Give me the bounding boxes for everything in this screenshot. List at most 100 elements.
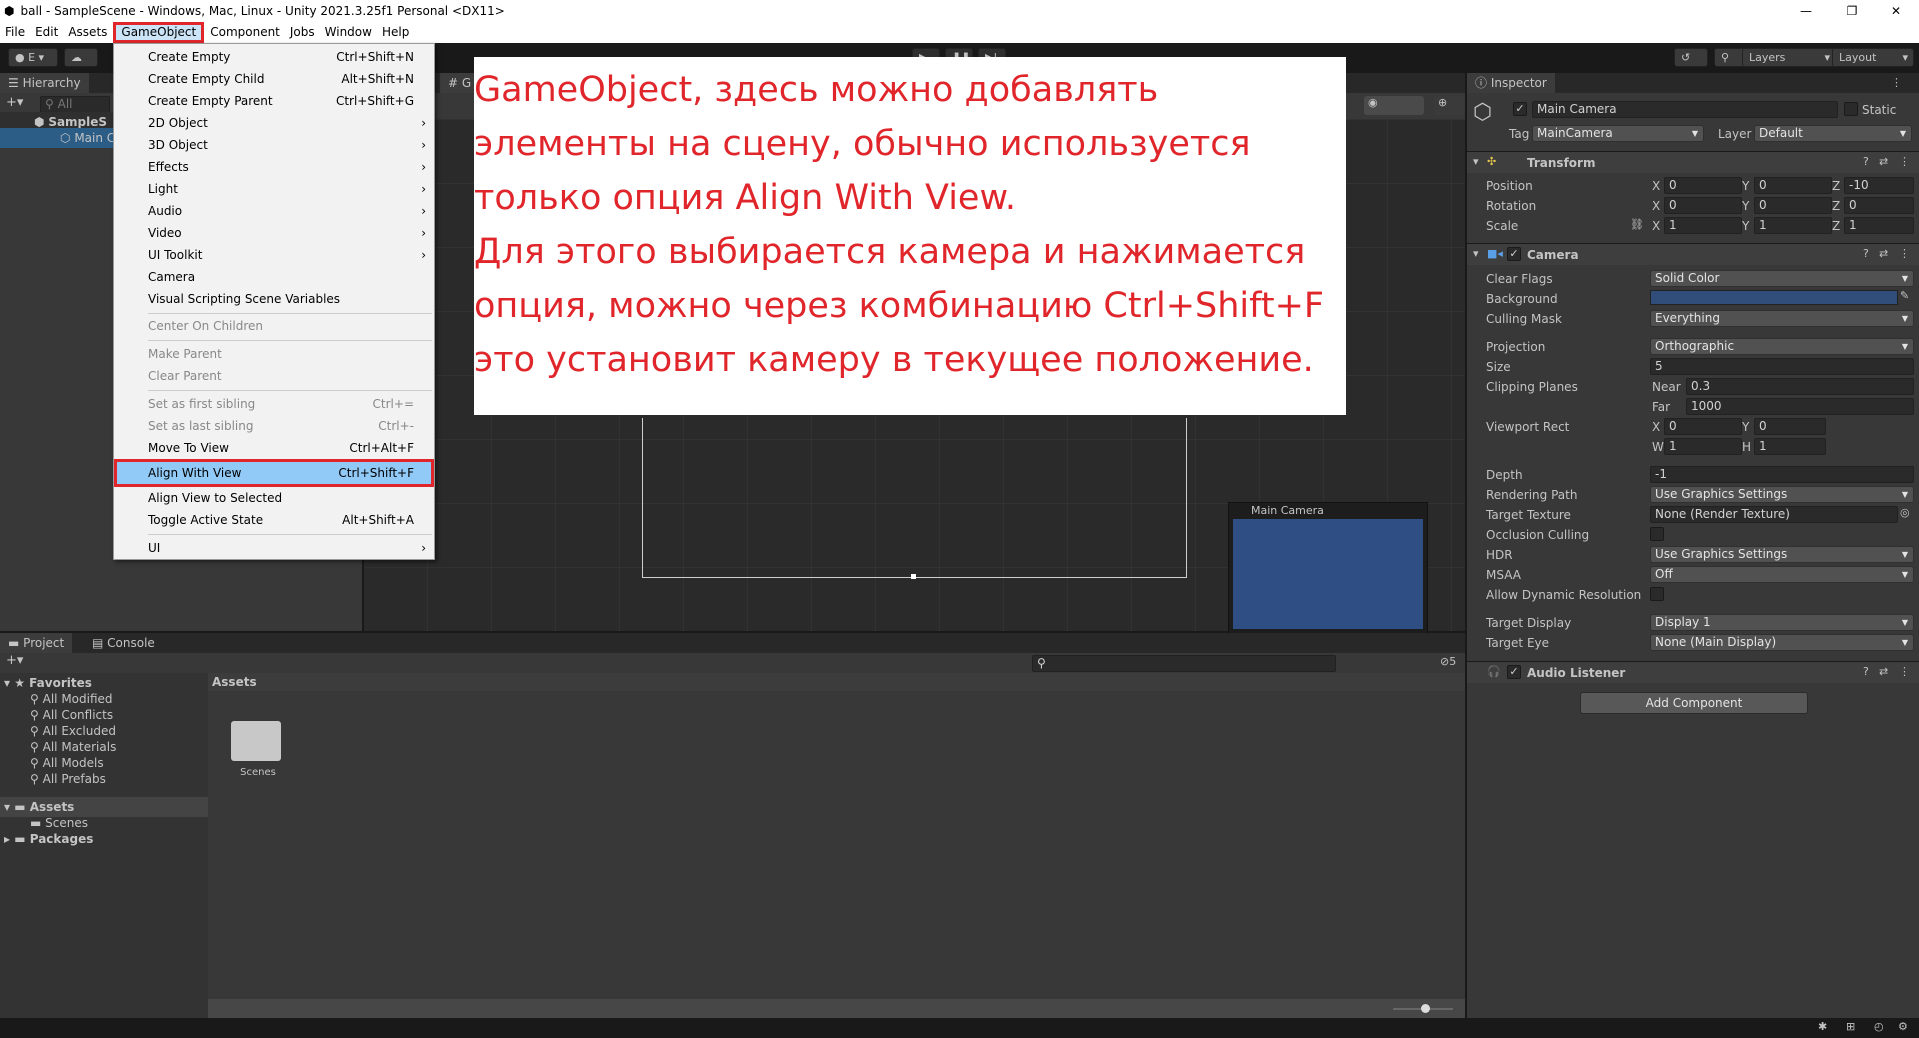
occlusion-culling-checkbox[interactable]	[1650, 527, 1664, 541]
more-icon[interactable]: ⋮	[1899, 247, 1910, 260]
menu-component[interactable]: Component	[205, 22, 285, 43]
more-icon[interactable]: ⋮	[1899, 155, 1910, 168]
menu-file[interactable]: File	[0, 22, 30, 43]
position-y-input[interactable]: 0	[1754, 177, 1832, 194]
background-color-swatch[interactable]	[1650, 290, 1898, 305]
menu-item-effects[interactable]: Effects ›	[114, 156, 434, 178]
settings-icon[interactable]: ⚙	[1898, 1020, 1908, 1033]
menu-gameobject[interactable]: GameObject	[113, 22, 205, 43]
viewport-h-input[interactable]: 1	[1754, 438, 1826, 455]
help-icon[interactable]: ?	[1863, 247, 1869, 260]
object-name-input[interactable]: Main Camera	[1532, 101, 1838, 118]
menu-item-3d-object[interactable]: 3D Object ›	[114, 134, 434, 156]
clear-flags-dropdown[interactable]: Solid Color ▼	[1650, 270, 1914, 287]
minimize-button[interactable]: —	[1783, 0, 1829, 22]
preset-icon[interactable]: ⇄	[1879, 665, 1888, 678]
msaa-dropdown[interactable]: Off ▼	[1650, 566, 1914, 583]
more-icon[interactable]: ⋮	[1899, 665, 1910, 678]
layout-dropdown[interactable]: Layout ▾	[1832, 48, 1914, 67]
menu-item-visual-scripting[interactable]: Visual Scripting Scene Variables	[114, 288, 434, 310]
create-button[interactable]: +▾	[6, 653, 23, 668]
cloud-button[interactable]: ☁	[64, 48, 98, 67]
transform-header[interactable]: ▾ ✣ Transform ? ⇄ ⋮	[1467, 151, 1919, 173]
console-tab[interactable]: ▤ Console	[84, 633, 163, 653]
menu-item-create-empty[interactable]: Create Empty Ctrl+Shift+N	[114, 46, 434, 68]
menu-item-align-with-view[interactable]: Align With View Ctrl+Shift+F	[114, 459, 434, 487]
rotation-y-input[interactable]: 0	[1754, 197, 1832, 214]
project-search-input[interactable]: ⚲	[1032, 655, 1336, 672]
culling-mask-dropdown[interactable]: Everything ▼	[1650, 310, 1914, 327]
close-button[interactable]: ✕	[1873, 0, 1919, 22]
preset-icon[interactable]: ⇄	[1879, 155, 1888, 168]
viewport-w-input[interactable]: 1	[1664, 438, 1742, 455]
menu-item-set-last-sibling[interactable]: Set as last sibling Ctrl+-	[114, 415, 434, 437]
menu-help[interactable]: Help	[377, 22, 414, 43]
target-texture-field[interactable]: None (Render Texture)	[1650, 506, 1898, 523]
scale-y-input[interactable]: 1	[1754, 217, 1832, 234]
menu-item-center-on-children[interactable]: Center On Children	[114, 315, 434, 337]
add-component-button[interactable]: Add Component	[1580, 692, 1808, 714]
dynamic-resolution-checkbox[interactable]	[1650, 587, 1664, 601]
menu-item-audio[interactable]: Audio ›	[114, 200, 434, 222]
fav-item[interactable]: ⚲ All Prefabs	[30, 769, 106, 789]
packages-row[interactable]: ▸ ▬ Packages	[4, 829, 93, 849]
camera-gizmo-handle[interactable]	[911, 574, 916, 579]
hdr-dropdown[interactable]: Use Graphics Settings ▼	[1650, 546, 1914, 563]
rotation-x-input[interactable]: 0	[1664, 197, 1742, 214]
menu-item-light[interactable]: Light ›	[114, 178, 434, 200]
viewport-y-input[interactable]: 0	[1754, 418, 1826, 435]
breadcrumb-assets[interactable]: Assets	[212, 675, 257, 689]
viewport-x-input[interactable]: 0	[1664, 418, 1742, 435]
target-display-dropdown[interactable]: Display 1 ▼	[1650, 614, 1914, 631]
size-input[interactable]: 5	[1650, 358, 1914, 375]
layer-dropdown[interactable]: Default ▼	[1754, 125, 1912, 142]
far-input[interactable]: 1000	[1686, 398, 1914, 415]
menu-item-align-view-to-selected[interactable]: Align View to Selected	[114, 487, 434, 509]
active-checkbox[interactable]: ✓	[1513, 102, 1527, 116]
link-icon[interactable]: ⛓	[1630, 218, 1644, 231]
cache-icon[interactable]: ⊞	[1846, 1020, 1855, 1033]
depth-input[interactable]: -1	[1650, 466, 1914, 483]
project-tab[interactable]: ▬ Project	[0, 633, 73, 653]
camera-header[interactable]: ▾ ■◂ ✓ Camera ? ⇄ ⋮	[1467, 243, 1919, 265]
layers-dropdown[interactable]: Layers ▾	[1742, 48, 1836, 67]
menu-item-2d-object[interactable]: 2D Object ›	[114, 112, 434, 134]
menu-item-set-first-sibling[interactable]: Set as first sibling Ctrl+=	[114, 393, 434, 415]
preset-icon[interactable]: ⇄	[1879, 247, 1888, 260]
rotation-z-input[interactable]: 0	[1844, 197, 1914, 214]
menu-item-camera[interactable]: Camera	[114, 266, 434, 288]
scenes-folder[interactable]: Scenes	[228, 713, 288, 778]
menu-item-make-parent[interactable]: Make Parent	[114, 343, 434, 365]
maximize-button[interactable]: ❐	[1829, 0, 1875, 22]
menu-jobs[interactable]: Jobs	[285, 22, 320, 43]
menu-item-create-empty-child[interactable]: Create Empty Child Alt+Shift+N	[114, 68, 434, 90]
audio-listener-checkbox[interactable]: ✓	[1507, 665, 1521, 679]
more-icon[interactable]: ⋮	[1891, 76, 1902, 89]
tag-dropdown[interactable]: MainCamera ▼	[1532, 125, 1704, 142]
menu-item-video[interactable]: Video ›	[114, 222, 434, 244]
account-button[interactable]: ● E ▾	[8, 48, 58, 67]
menu-item-create-empty-parent[interactable]: Create Empty Parent Ctrl+Shift+G	[114, 90, 434, 112]
menu-item-clear-parent[interactable]: Clear Parent	[114, 365, 434, 387]
menu-item-ui-toolkit[interactable]: UI Toolkit ›	[114, 244, 434, 266]
menu-item-toggle-active-state[interactable]: Toggle Active State Alt+Shift+A	[114, 509, 434, 531]
add-button[interactable]: +▾	[6, 95, 23, 110]
help-icon[interactable]: ?	[1863, 665, 1869, 678]
static-checkbox[interactable]	[1844, 102, 1858, 116]
object-picker-icon[interactable]: ◎	[1900, 506, 1910, 519]
eyedropper-icon[interactable]: ✎	[1900, 289, 1909, 302]
help-icon[interactable]: ?	[1863, 155, 1869, 168]
menu-edit[interactable]: Edit	[30, 22, 63, 43]
rendering-path-dropdown[interactable]: Use Graphics Settings ▼	[1650, 486, 1914, 503]
scale-z-input[interactable]: 1	[1844, 217, 1914, 234]
zoom-slider-handle[interactable]	[1421, 1004, 1430, 1013]
target-eye-dropdown[interactable]: None (Main Display) ▼	[1650, 634, 1914, 651]
inspector-tab[interactable]: ⓘ Inspector	[1467, 73, 1555, 93]
hierarchy-tab[interactable]: ☰ Hierarchy	[0, 73, 89, 93]
bug-icon[interactable]: ✱	[1818, 1020, 1827, 1033]
near-input[interactable]: 0.3	[1686, 378, 1914, 395]
scale-x-input[interactable]: 1	[1664, 217, 1742, 234]
position-z-input[interactable]: -10	[1844, 177, 1914, 194]
audio-listener-header[interactable]: 🎧 ✓ Audio Listener ? ⇄ ⋮	[1467, 661, 1919, 683]
menu-item-ui[interactable]: UI ›	[114, 537, 434, 559]
